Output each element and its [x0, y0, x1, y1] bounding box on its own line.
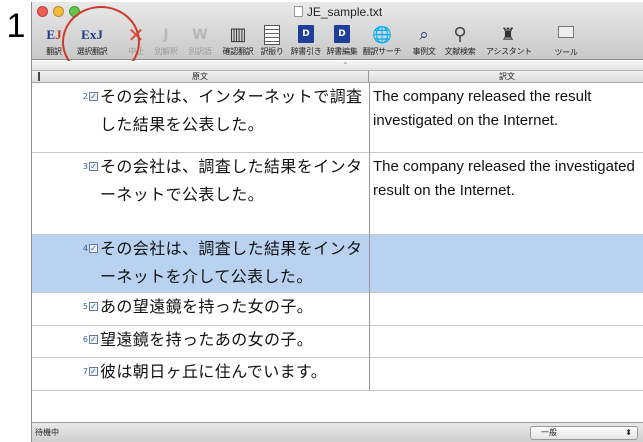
interlinear-icon-wrap — [259, 25, 285, 45]
target-sentence[interactable]: The company released the investigated re… — [373, 153, 641, 203]
row-number: 6 — [82, 335, 88, 344]
source-sentence[interactable]: 望遠鏡を持ったあの女の子。 — [100, 326, 368, 354]
tool-button[interactable]: ツール — [544, 22, 588, 60]
column-divider — [369, 358, 370, 391]
target-sentence[interactable]: The company released the result investig… — [373, 83, 641, 133]
assistant-button[interactable]: ♜ アシスタント — [486, 22, 532, 60]
select-arrows-icon: ⬍ — [625, 428, 632, 437]
source-sentence[interactable]: その会社は、調査した結果をインターネットで公表した。 — [100, 153, 368, 209]
interlinear-document-icon — [264, 25, 280, 45]
row-checkbox[interactable]: ✓ — [89, 92, 98, 101]
row-checkbox[interactable]: ✓ — [89, 302, 98, 311]
source-sentence[interactable]: あの望遠鏡を持った女の子。 — [100, 293, 368, 321]
column-divider — [369, 153, 370, 235]
translation-search-label: 翻訳サーチ — [362, 47, 402, 56]
row-number: 2 — [82, 92, 88, 101]
text-document-icon — [293, 6, 303, 17]
tool-label: ツール — [554, 48, 578, 57]
target-column-header[interactable]: 訳文 — [370, 71, 643, 83]
toolbar: EJ 翻訳 ExJ 選択翻訳 ✕ 中止 J 別解釈 W 別訳語 ▥ 確認翻訳 訳… — [32, 22, 643, 60]
literature-search-label: 文献検索 — [444, 47, 476, 56]
alternative-interpretation-icon: J — [163, 27, 169, 43]
table-row[interactable]: 6 ✓ 望遠鏡を持ったあの女の子。 — [32, 326, 643, 358]
row-number: 3 — [82, 162, 88, 171]
translation-mode-select[interactable]: 一般 ⬍ — [530, 426, 638, 440]
dictionary-edit-book-icon: D — [334, 25, 350, 43]
selection-translate-button-label: 選択翻訳 — [76, 47, 108, 56]
dictionary-lookup-book-icon: D — [298, 25, 314, 43]
column-divider — [369, 326, 370, 358]
column-header: ⌃ 原文 訳文 — [32, 61, 643, 83]
window-chrome: JE_sample.txt EJ 翻訳 ExJ 選択翻訳 ✕ 中止 J 別解釈 … — [32, 2, 643, 60]
column-divider — [369, 293, 370, 326]
table-row[interactable]: 5 ✓ あの望遠鏡を持った女の子。 — [32, 293, 643, 326]
target-sentence[interactable] — [373, 293, 641, 295]
window-title-bar: JE_sample.txt — [32, 3, 643, 21]
column-header-labels: 原文 訳文 — [32, 70, 643, 83]
table-row[interactable]: 3 ✓ その会社は、調査した結果をインターネットで公表した。 The compa… — [32, 153, 643, 235]
target-sentence[interactable] — [373, 358, 641, 360]
dictionary-lookup-icon-wrap: D — [293, 25, 319, 45]
assistant-person-icon: ♜ — [500, 25, 516, 45]
row-checkbox[interactable]: ✓ — [89, 162, 98, 171]
tool-icon — [558, 26, 574, 38]
target-sentence[interactable] — [373, 235, 641, 237]
column-divider — [369, 235, 370, 293]
step-number: 1 — [6, 7, 26, 45]
status-text: 待機中 — [35, 428, 59, 437]
table-row-selected[interactable]: 4 ✓ その会社は、調査した結果をインターネットを介して公表した。 — [32, 235, 643, 293]
app-window: JE_sample.txt EJ 翻訳 ExJ 選択翻訳 ✕ 中止 J 別解釈 … — [31, 2, 643, 442]
splitter-handle-icon[interactable]: ⌃ — [342, 62, 349, 70]
assistant-label: アシスタント — [486, 47, 532, 56]
translation-search-button[interactable]: 🌐 翻訳サーチ — [360, 22, 404, 60]
source-sentence[interactable]: その会社は、インターネットで調査した結果を公表した。 — [100, 83, 368, 139]
row-checkbox[interactable]: ✓ — [89, 335, 98, 344]
translation-search-globe-icon: 🌐 — [372, 25, 392, 44]
column-divider — [369, 83, 370, 153]
dictionary-edit-label: 辞書編集 — [326, 47, 358, 56]
source-sentence[interactable]: 彼は朝日ヶ丘に住んでいます。 — [100, 358, 368, 386]
row-number: 4 — [82, 244, 88, 253]
literature-search-magnifier-icon: ⚲ — [453, 24, 467, 45]
source-sentence[interactable]: その会社は、調査した結果をインターネットを介して公表した。 — [100, 235, 368, 291]
example-sentence-icon: ⌕ — [419, 25, 429, 45]
ej-translate-icon: EJ — [46, 27, 62, 42]
tool-icon-wrap — [553, 26, 579, 46]
window-title: JE_sample.txt — [306, 5, 383, 19]
translation-mode-value: 一般 — [541, 428, 557, 437]
dictionary-edit-icon-wrap: D — [329, 25, 355, 45]
table-row[interactable]: 2 ✓ その会社は、インターネットで調査した結果を公表した。 The compa… — [32, 83, 643, 153]
row-checkbox[interactable]: ✓ — [89, 367, 98, 376]
status-bar: 待機中 一般 ⬍ — [32, 422, 643, 442]
confirm-translate-columns-icon: ▥ — [229, 24, 247, 45]
column-marker — [38, 72, 40, 81]
row-number: 5 — [82, 302, 88, 311]
selection-translate-button[interactable]: ExJ 選択翻訳 — [70, 22, 114, 60]
dictionary-edit-button[interactable]: D 辞書編集 — [320, 22, 364, 60]
row-number: 7 — [82, 367, 88, 376]
column-header-spacer: ⌃ — [32, 61, 643, 70]
alternative-wording-icon: W — [192, 27, 208, 43]
row-checkbox[interactable]: ✓ — [89, 244, 98, 253]
literature-search-button[interactable]: ⚲ 文献検索 — [438, 22, 482, 60]
source-column-header[interactable]: 原文 — [32, 71, 369, 83]
ej-selection-translate-icon: ExJ — [81, 27, 103, 42]
target-sentence[interactable] — [373, 326, 641, 328]
table-row[interactable]: 7 ✓ 彼は朝日ヶ丘に住んでいます。 — [32, 358, 643, 391]
